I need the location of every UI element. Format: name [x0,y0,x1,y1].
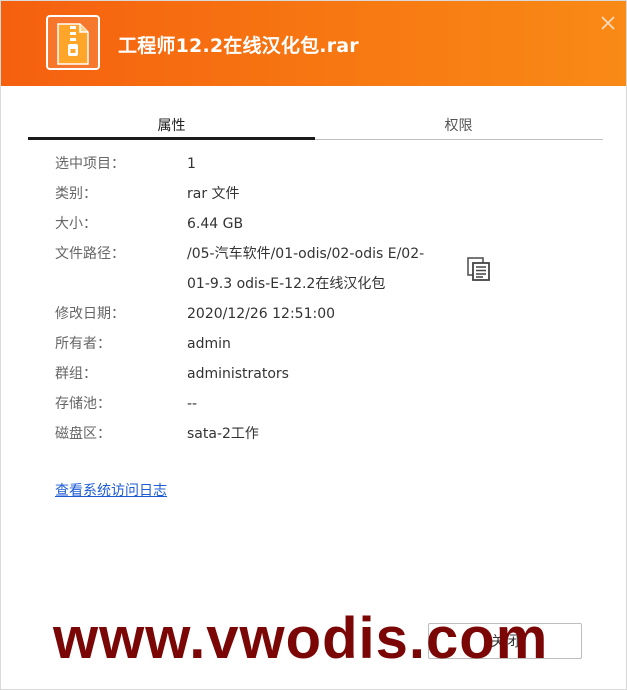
close-icon[interactable] [598,13,618,33]
path-line-2: 01-9.3 odis-E-12.2在线汉化包 [187,276,386,292]
property-row-volume: 磁盘区： sata-2工作 [55,423,575,453]
property-label: 修改日期： [55,306,125,322]
tab-permissions[interactable]: 权限 [315,113,602,139]
property-value: 1 [187,156,196,172]
property-label: 所有者： [55,336,111,352]
tab-properties[interactable]: 属性 [28,113,315,140]
zip-archive-icon [46,15,100,70]
property-row-path: 文件路径： /05-汽车软件/01-odis/02-odis E/02- 01-… [55,243,575,303]
property-label: 群组： [55,366,97,382]
property-value: 2020/12/26 12:51:00 [187,306,336,322]
properties-list: 选中项目： 1 类别： rar 文件 大小： 6.44 GB 文件路径： /05… [55,153,575,453]
property-label: 类别： [55,186,97,202]
property-value: rar 文件 [187,186,240,202]
property-value: sata-2工作 [187,426,259,442]
close-button[interactable]: 关闭 [428,623,582,659]
property-value: -- [187,396,198,412]
property-value: administrators [187,366,289,382]
system-access-log-link[interactable]: 查看系统访问日志 [55,480,167,500]
dialog-header: 工程师12.2在线汉化包.rar [1,1,626,86]
property-value: /05-汽车软件/01-odis/02-odis E/02- 01-9.3 od… [187,239,437,299]
path-line-1: /05-汽车软件/01-odis/02-odis E/02- [187,246,425,262]
copy-icon[interactable] [466,256,492,282]
property-label: 文件路径： [55,246,125,262]
property-label: 磁盘区： [55,426,111,442]
file-properties-dialog: 工程师12.2在线汉化包.rar 属性 权限 选中项目： 1 类别： rar 文… [0,0,627,690]
tab-bar: 属性 权限 [28,113,603,140]
property-label: 大小： [55,216,97,232]
property-label: 存储池： [55,396,111,412]
dialog-title: 工程师12.2在线汉化包.rar [118,35,359,57]
property-value: 6.44 GB [187,216,244,232]
property-label: 选中项目： [55,156,125,172]
property-value: admin [187,336,231,352]
